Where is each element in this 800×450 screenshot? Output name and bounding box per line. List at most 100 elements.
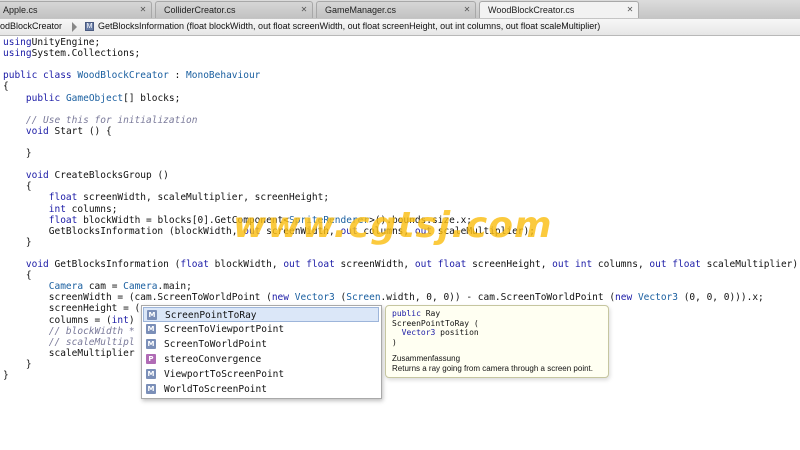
code-token: screenHeight, (466, 259, 553, 270)
code-token: ) (128, 314, 135, 326)
code-token: out int (552, 259, 593, 270)
code-token: : (168, 70, 187, 82)
method-icon: M (146, 324, 156, 334)
code-token: { (3, 181, 32, 193)
code-token: screenWidth, scaleMultiplier, screenHeig… (77, 192, 330, 204)
signature-name: ScreenPointToRay ( (392, 318, 479, 328)
code-line: { (3, 81, 9, 92)
code-token: columns, (592, 259, 650, 270)
code-token: int (111, 314, 129, 326)
code-line: // Use this for initialization (3, 114, 198, 126)
code-token: float (48, 192, 78, 204)
code-token: ( (334, 292, 347, 304)
code-token: (0, 0, 0))).x; (677, 292, 764, 304)
code-token: .width, 0, 0)) - cam.ScreenToWorldPoint … (380, 292, 616, 304)
code-line: scaleMultiplier (3, 348, 135, 359)
signature-close: ) (392, 337, 397, 347)
code-token: blockWidth, (208, 259, 284, 270)
completion-item[interactable]: M ScreenPointToRay (143, 307, 379, 322)
completion-item[interactable]: M WorldToScreenPoint (143, 382, 379, 397)
code-line: float screenWidth, scaleMultiplier, scre… (3, 192, 329, 203)
code-token: Vector3 (289, 292, 335, 304)
code-line: } (3, 237, 32, 248)
code-token: int (48, 203, 66, 215)
code-token: WoodBlockCreator (71, 70, 169, 82)
code-token: } (3, 236, 32, 248)
code-token: out float (283, 259, 335, 270)
code-token: out float (414, 259, 467, 270)
breadcrumb-file[interactable]: odBlockCreator (0, 19, 70, 34)
completion-list[interactable]: M ScreenPointToRay M ScreenToViewportPoint M… (141, 305, 382, 399)
completion-item[interactable]: M ViewportToScreenPoint (143, 367, 379, 382)
completion-item[interactable]: PstereoConvergence (143, 352, 379, 367)
completion-item-label: WorldToScreenPoint (164, 384, 267, 395)
code-token: GameObject (60, 92, 124, 104)
signature-return-type: Ray (420, 309, 441, 318)
tab-apple[interactable]: Apple.cs ✕ (0, 1, 152, 18)
code-line: } (3, 370, 9, 381)
code-token: void (25, 259, 49, 270)
code-token: public (25, 92, 61, 104)
tab-game-manager[interactable]: GameManager.cs ✕ (316, 1, 476, 18)
code-line: screenWidth = (cam.ScreenToWorldPoint (n… (3, 292, 764, 303)
completion-item-label: stereoConvergence (164, 354, 262, 365)
code-line: { (3, 270, 32, 281)
code-token: void (25, 170, 49, 182)
code-token: // Use this for initialization (25, 114, 198, 126)
code-token: } (3, 148, 32, 159)
completion-item[interactable]: M ScreenToWorldPoint (143, 337, 379, 352)
tab-label: ColliderCreator.cs (164, 5, 236, 15)
completion-item-label: ScreenPointToRay (165, 310, 257, 321)
code-line: void CreateBlocksGroup () (3, 170, 169, 181)
code-line: // blockWidth * (3, 326, 135, 337)
code-token: float (180, 259, 209, 270)
code-token: new (615, 292, 633, 304)
close-icon[interactable]: ✕ (626, 6, 634, 14)
breadcrumb-member[interactable]: GetBlocksInformation (float blockWidth, … (98, 19, 600, 34)
tab-wood-block-creator[interactable]: WoodBlockCreator.cs ✕ (479, 1, 639, 18)
tab-collider-creator[interactable]: ColliderCreator.cs ✕ (155, 1, 313, 18)
code-token: using (3, 48, 32, 60)
code-token: public class (3, 70, 72, 82)
close-icon[interactable]: ✕ (139, 6, 147, 14)
code-token: out float (649, 259, 701, 270)
code-line: columns = (int) (3, 315, 135, 326)
method-icon: M (147, 310, 157, 320)
tab-label: Apple.cs (3, 5, 38, 15)
completion-item[interactable]: M ScreenToViewportPoint (143, 322, 379, 337)
code-token: { (3, 81, 9, 93)
code-token: System.Collections; (31, 48, 141, 60)
tab-bar: Apple.cs ✕ ColliderCreator.cs ✕ GameManage… (0, 0, 800, 20)
code-line: void Start () { (3, 126, 112, 137)
code-token: // scaleMultipl (48, 336, 135, 348)
code-token: } (3, 358, 32, 370)
code-line: public class WoodBlockCreator : MonoBeha… (3, 70, 260, 81)
code-token: // blockWidth * (48, 325, 135, 337)
code-token: } (3, 370, 9, 381)
summary-title: Zusammenfassung (392, 354, 461, 363)
code-token: Screen (346, 292, 381, 304)
code-token: UnityEngine; (31, 37, 101, 48)
code-line: Camera cam = Camera.main; (3, 281, 192, 292)
code-line: int columns; (3, 203, 118, 215)
code-token: CreateBlocksGroup () (48, 170, 169, 182)
method-icon: M (85, 22, 94, 31)
code-token: .main; (157, 281, 192, 293)
code-token: Camera (48, 281, 84, 293)
code-line: public GameObject[] blocks; (3, 93, 180, 104)
breadcrumb: odBlockCreator M GetBlocksInformation (f… (0, 19, 800, 36)
summary: Zusammenfassung Returns a ray going from … (392, 354, 593, 373)
summary-text: Returns a ray going from camera through … (392, 363, 593, 373)
close-icon[interactable]: ✕ (463, 6, 471, 14)
close-icon[interactable]: ✕ (300, 6, 308, 14)
code-line: void GetBlocksInformation (float blockWi… (3, 259, 798, 270)
completion-item-label: ViewportToScreenPoint (164, 369, 285, 380)
